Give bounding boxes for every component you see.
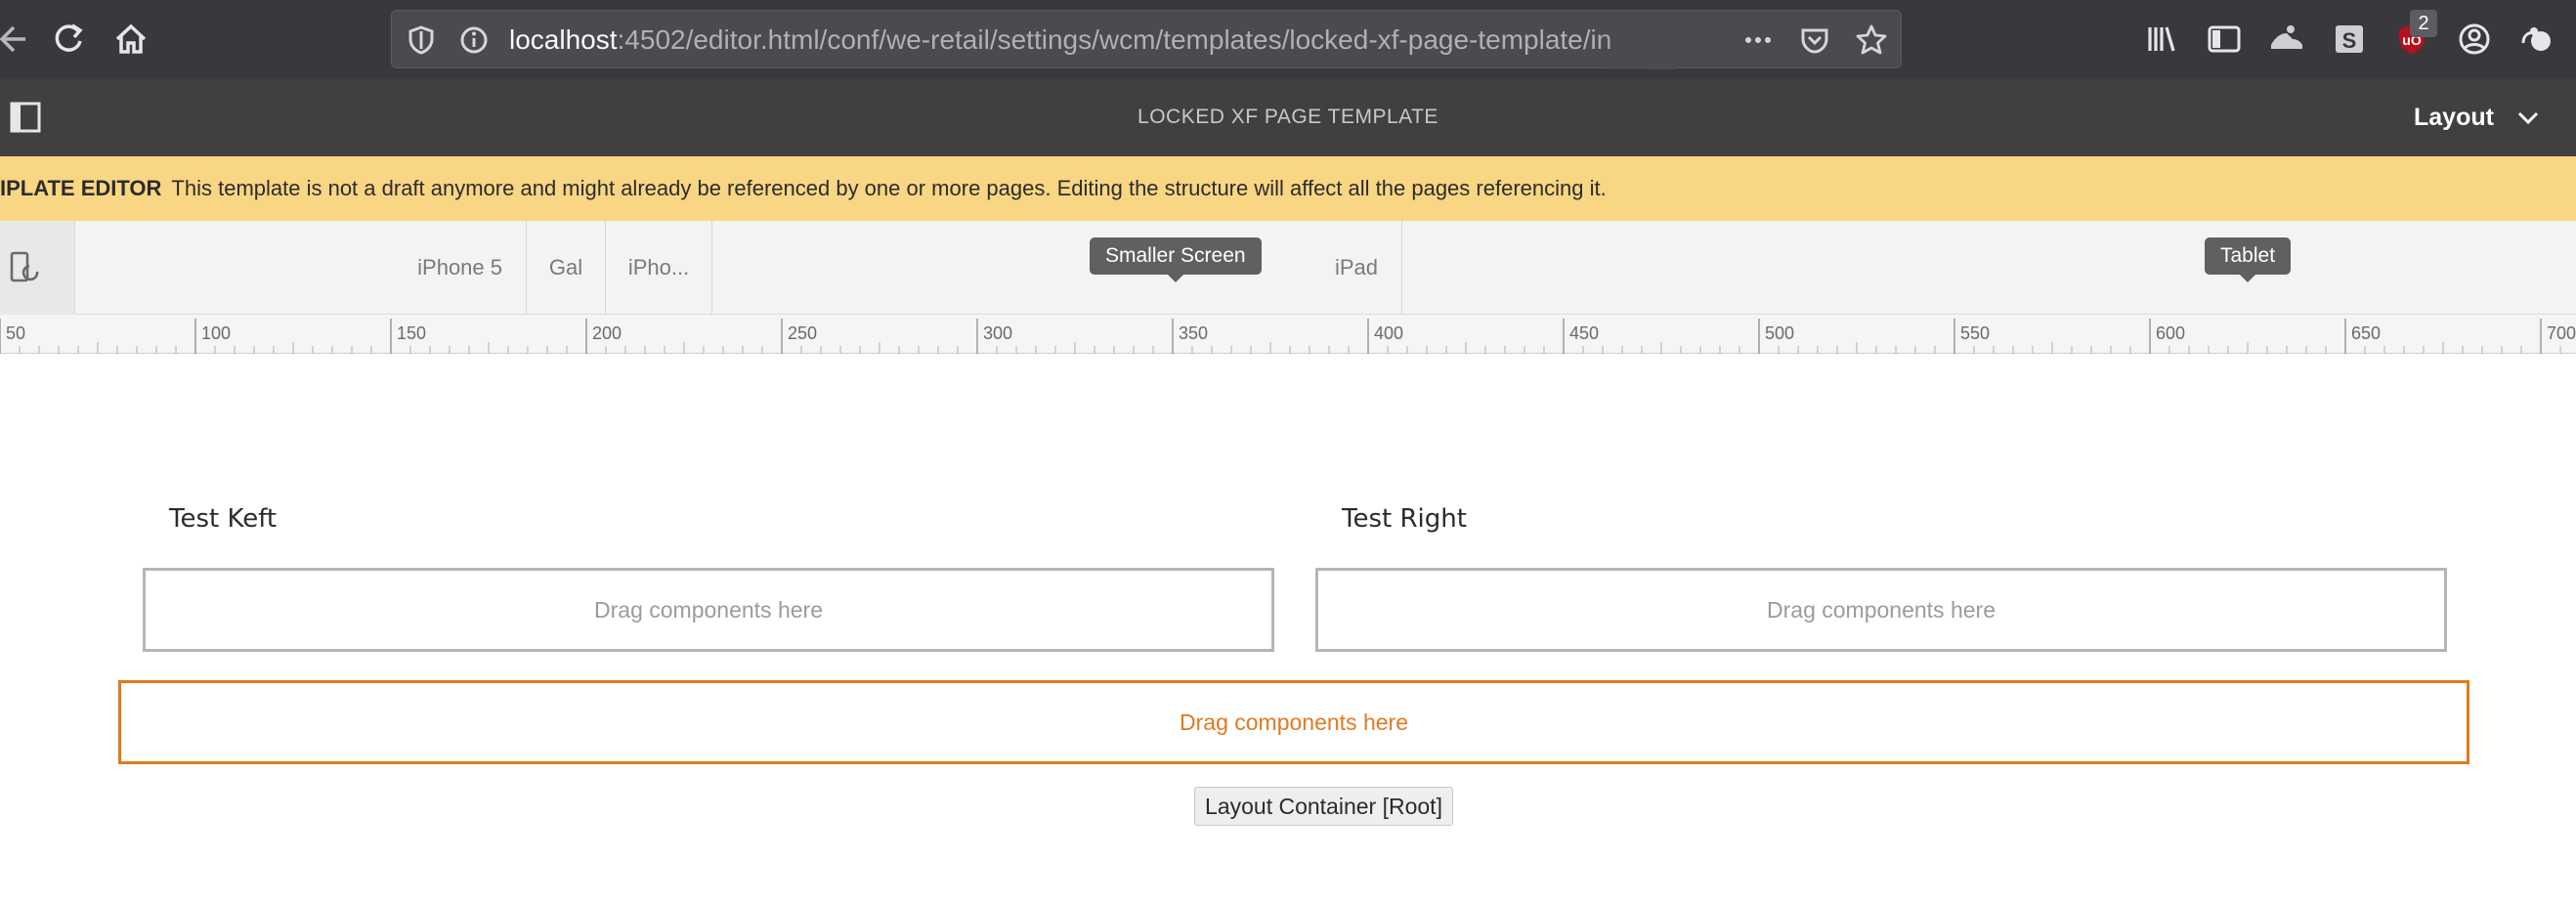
ruler-label: 350 <box>1179 323 1208 343</box>
url-host: localhost <box>509 24 618 55</box>
layout-container-label[interactable]: Layout Container [Root] <box>1194 787 1453 826</box>
ruler-label: 600 <box>2156 323 2185 343</box>
pocket-icon[interactable] <box>1797 22 1832 58</box>
mode-selector[interactable]: Layout <box>2414 78 2494 156</box>
tablet-tooltip: Tablet <box>2205 237 2292 282</box>
ruler-label: 200 <box>592 323 622 343</box>
ruler-label: 50 <box>6 323 25 343</box>
svg-text:S: S <box>2342 28 2357 53</box>
banner-label: IPLATE EDITOR <box>0 176 162 200</box>
browser-toolbar: localhost:4502/editor.html/conf/we-retai… <box>0 0 2576 78</box>
ruler-label: 100 <box>201 323 231 343</box>
ruler-label: 450 <box>1569 323 1599 343</box>
more-icon[interactable] <box>1740 22 1776 58</box>
ruler-label: 250 <box>788 323 817 343</box>
device-iphone[interactable]: iPho... <box>606 221 712 315</box>
s-extension-icon[interactable]: S <box>2330 20 2369 59</box>
right-column-title: Test Right <box>1342 504 1467 534</box>
ruler-label: 500 <box>1765 323 1794 343</box>
drop-zone-left[interactable]: Drag components here <box>143 568 1274 652</box>
drop-zone-right[interactable]: Drag components here <box>1315 568 2447 652</box>
template-warning-banner: IPLATE EDITOR This template is not a draf… <box>0 156 2576 221</box>
sneaker-icon[interactable] <box>2267 20 2306 59</box>
ruler-label: 650 <box>2351 323 2381 343</box>
reload-icon[interactable] <box>49 20 88 59</box>
width-ruler[interactable]: 50 100 150 200 250 300 350 400 450 500 550 600 650 70… <box>0 315 2576 354</box>
library-icon[interactable] <box>2142 20 2181 59</box>
ruler-label: 700 <box>2547 323 2576 343</box>
emulator-bar: iPhone 5 Gal iPho... iPad Smaller Screen… <box>0 221 2576 315</box>
back-icon[interactable] <box>0 20 31 59</box>
banner-message: This template is not a draft anymore and… <box>171 176 1607 200</box>
url-bar[interactable]: localhost:4502/editor.html/conf/we-retai… <box>391 10 1902 69</box>
ruler-label: 300 <box>983 323 1012 343</box>
ruler-ticks: 50 100 150 200 250 300 350 400 450 500 550 600 650 70… <box>0 319 2576 354</box>
info-icon[interactable] <box>456 22 492 58</box>
device-ipad[interactable]: iPad <box>712 221 1402 315</box>
shield-icon[interactable] <box>404 22 439 58</box>
url-path: :4502/editor.html/conf/we-retail/setting… <box>617 24 1612 55</box>
home-icon[interactable] <box>111 20 150 59</box>
device-galaxy[interactable]: Gal <box>527 221 606 315</box>
extensions-icon[interactable] <box>2517 20 2556 59</box>
rotate-device-icon <box>10 251 39 282</box>
sidebar-icon[interactable] <box>2205 20 2244 59</box>
account-icon[interactable] <box>2455 20 2494 59</box>
drop-zone-root[interactable]: Drag components here <box>118 680 2469 764</box>
url-text[interactable]: localhost:4502/editor.html/conf/we-retai… <box>509 11 2073 69</box>
rotate-device-button[interactable] <box>0 221 75 315</box>
ruler-label: 400 <box>1374 323 1403 343</box>
editor-header: LOCKED XF PAGE TEMPLATE Layout <box>0 78 2576 156</box>
device-iphone-5[interactable]: iPhone 5 <box>75 221 527 315</box>
ublock-count-badge: 2 <box>2410 10 2437 37</box>
smaller-screen-tooltip: Smaller Screen <box>1090 237 1262 282</box>
ruler-label: 550 <box>1960 323 1990 343</box>
chevron-down-icon[interactable] <box>2515 106 2541 131</box>
left-column-title: Test Keft <box>169 504 278 534</box>
url-fade <box>1598 11 1676 69</box>
star-icon[interactable] <box>1854 22 1889 58</box>
ruler-label: 150 <box>397 323 426 343</box>
page-title: LOCKED XF PAGE TEMPLATE <box>1138 106 1438 128</box>
